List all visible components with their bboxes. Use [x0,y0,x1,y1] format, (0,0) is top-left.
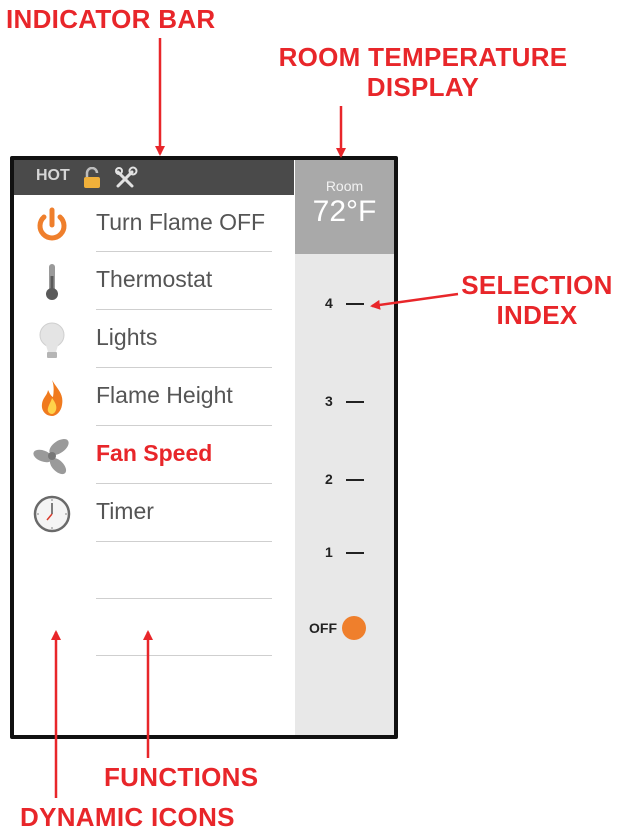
callout-arrows [51,38,459,798]
arrow-selection-index [370,292,459,310]
